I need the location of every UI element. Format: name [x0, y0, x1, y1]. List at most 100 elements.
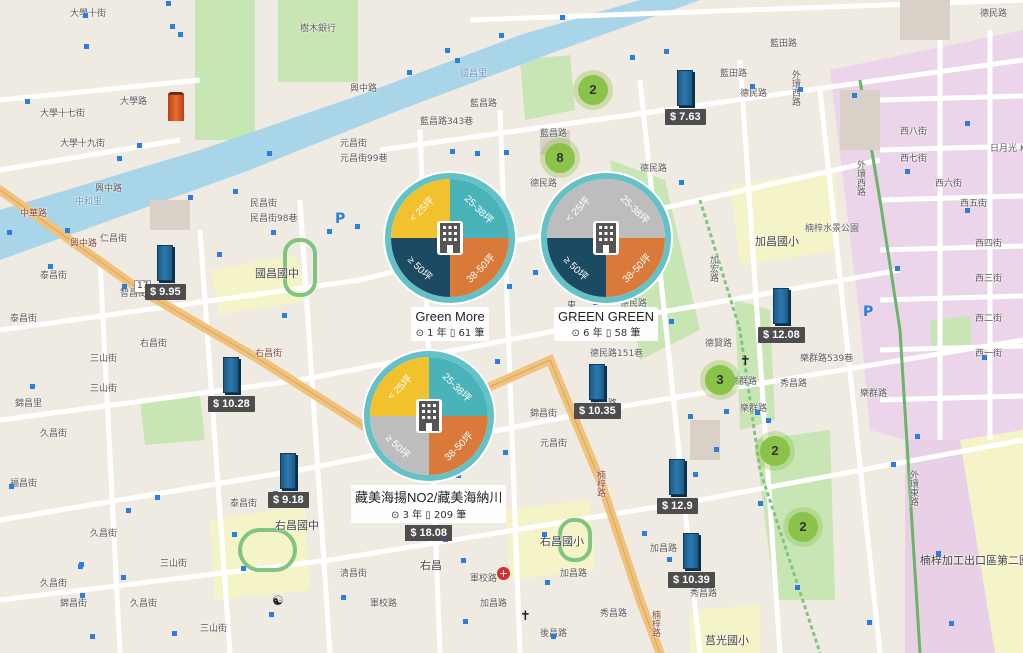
building-pin[interactable]: $ 12.08 — [758, 288, 805, 343]
bus-stop-icon[interactable] — [407, 70, 412, 75]
bus-stop-icon[interactable] — [83, 13, 88, 18]
bus-stop-icon[interactable] — [965, 208, 970, 213]
bus-stop-icon[interactable] — [542, 532, 547, 537]
bus-stop-icon[interactable] — [905, 169, 910, 174]
bus-stop-icon[interactable] — [269, 612, 274, 617]
bus-stop-icon[interactable] — [233, 189, 238, 194]
community-bubble[interactable]: < 25坪 25-38坪 ≥ 50坪 38-50坪 GREEN GREEN ⊙ … — [541, 173, 671, 341]
bus-stop-icon[interactable] — [90, 634, 95, 639]
bus-stop-icon[interactable] — [217, 252, 222, 257]
bus-stop-icon[interactable] — [664, 49, 669, 54]
bus-stop-icon[interactable] — [949, 621, 954, 626]
bus-stop-icon[interactable] — [965, 121, 970, 126]
bus-stop-icon[interactable] — [232, 532, 237, 537]
bus-stop-icon[interactable] — [450, 149, 455, 154]
bus-stop-icon[interactable] — [915, 434, 920, 439]
bus-stop-icon[interactable] — [758, 501, 763, 506]
bus-stop-icon[interactable] — [170, 24, 175, 29]
bus-stop-icon[interactable] — [551, 634, 556, 639]
bus-stop-icon[interactable] — [750, 84, 755, 89]
bus-stop-icon[interactable] — [688, 414, 693, 419]
bus-stop-icon[interactable] — [724, 409, 729, 414]
bus-stop-icon[interactable] — [327, 229, 332, 234]
bus-stop-icon[interactable] — [341, 595, 346, 600]
bus-stop-icon[interactable] — [895, 266, 900, 271]
bus-stop-icon[interactable] — [679, 180, 684, 185]
bus-stop-icon[interactable] — [504, 150, 509, 155]
building-pin[interactable]: $ 12.9 — [657, 459, 698, 514]
bus-stop-icon[interactable] — [271, 230, 276, 235]
bus-stop-icon[interactable] — [80, 593, 85, 598]
bus-stop-icon[interactable] — [267, 151, 272, 156]
bus-stop-icon[interactable] — [560, 15, 565, 20]
building-pin[interactable]: $ 10.35 — [574, 364, 621, 419]
bus-stop-icon[interactable] — [126, 508, 131, 513]
yin-yang-icon[interactable]: ☯ — [272, 595, 284, 608]
quadrant-label: 38-50坪 — [443, 430, 477, 464]
street-label: 軍校路 — [470, 574, 498, 584]
hospital-icon[interactable]: + — [497, 567, 510, 580]
bus-stop-icon[interactable] — [25, 99, 30, 104]
bus-stop-icon[interactable] — [630, 55, 635, 60]
bus-stop-icon[interactable] — [445, 48, 450, 53]
cluster-icon[interactable]: 3 — [705, 365, 735, 395]
bus-stop-icon[interactable] — [178, 32, 183, 37]
street-label: 三山街 — [160, 559, 188, 569]
bus-stop-icon[interactable] — [642, 531, 647, 536]
bus-stop-icon[interactable] — [755, 410, 760, 415]
landmark-icon[interactable] — [168, 92, 184, 121]
bus-stop-icon[interactable] — [545, 580, 550, 585]
bus-stop-icon[interactable] — [172, 631, 177, 636]
bus-stop-icon[interactable] — [982, 355, 987, 360]
bus-stop-icon[interactable] — [155, 495, 160, 500]
cross-icon[interactable]: ✝ — [520, 610, 531, 623]
bus-stop-icon[interactable] — [455, 58, 460, 63]
building-pin[interactable]: $ 9.95 — [145, 245, 186, 300]
bus-stop-icon[interactable] — [65, 228, 70, 233]
bus-stop-icon[interactable] — [533, 270, 538, 275]
cluster-icon[interactable]: 2 — [788, 512, 818, 542]
building-pin[interactable]: $ 10.39 — [668, 533, 715, 588]
bus-stop-icon[interactable] — [891, 462, 896, 467]
building-icon — [589, 364, 606, 400]
bus-stop-icon[interactable] — [852, 93, 857, 98]
bus-stop-icon[interactable] — [475, 151, 480, 156]
bus-stop-icon[interactable] — [9, 484, 14, 489]
bus-stop-icon[interactable] — [48, 264, 53, 269]
bus-stop-icon[interactable] — [714, 447, 719, 452]
map[interactable]: 大學十街 大學路 大學十七街 大學十九街 興中路 興中路 中華路 興中路 藍昌路… — [0, 0, 1023, 653]
bus-stop-icon[interactable] — [121, 575, 126, 580]
bus-stop-icon[interactable] — [461, 558, 466, 563]
bus-stop-icon[interactable] — [241, 566, 246, 571]
bus-stop-icon[interactable] — [117, 156, 122, 161]
bus-stop-icon[interactable] — [137, 143, 142, 148]
bus-stop-icon[interactable] — [499, 33, 504, 38]
bus-stop-icon[interactable] — [936, 551, 941, 556]
bus-stop-icon[interactable] — [122, 284, 127, 289]
bus-stop-icon[interactable] — [188, 195, 193, 200]
cluster-icon[interactable]: 8 — [545, 143, 575, 173]
bus-stop-icon[interactable] — [84, 44, 89, 49]
building-pin[interactable]: $ 7.63 — [665, 70, 706, 125]
bus-stop-icon[interactable] — [78, 564, 83, 569]
bus-stop-icon[interactable] — [867, 620, 872, 625]
community-bubble[interactable]: < 25坪 25-38坪 ≥ 50坪 38-50坪 藏美海揚NO2/藏美海納川 … — [351, 351, 507, 541]
building-pin[interactable]: $ 10.28 — [208, 357, 255, 412]
bus-stop-icon[interactable] — [795, 585, 800, 590]
bus-stop-icon[interactable] — [766, 418, 771, 423]
street-label: 秀昌路 — [600, 609, 628, 619]
bus-stop-icon[interactable] — [282, 313, 287, 318]
cluster-icon[interactable]: 2 — [578, 75, 608, 105]
building-pin[interactable]: $ 9.18 — [268, 453, 309, 508]
cluster-icon[interactable]: 2 — [760, 436, 790, 466]
bus-stop-icon[interactable] — [166, 1, 171, 6]
cross-icon[interactable]: ✝ — [740, 355, 751, 368]
street-label: 德賢路 — [705, 339, 733, 349]
street-label: 德民路 — [980, 9, 1008, 19]
bus-stop-icon[interactable] — [798, 87, 803, 92]
bus-stop-icon[interactable] — [355, 224, 360, 229]
bus-stop-icon[interactable] — [30, 384, 35, 389]
community-bubble[interactable]: < 25坪 25-38坪 ≥ 50坪 38-50坪 Green More ⊙ 1… — [385, 173, 515, 341]
bus-stop-icon[interactable] — [7, 230, 12, 235]
bus-stop-icon[interactable] — [463, 619, 468, 624]
